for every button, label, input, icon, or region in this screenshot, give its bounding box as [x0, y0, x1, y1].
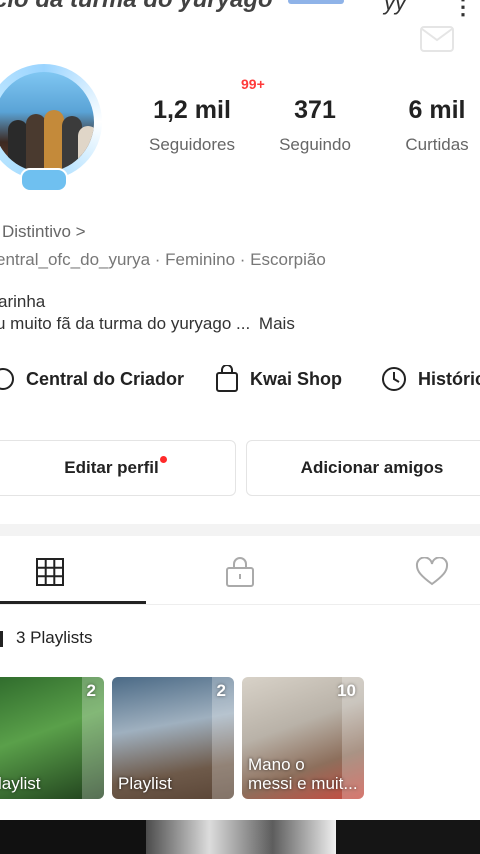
circle-icon: [0, 368, 14, 390]
profile-title-fragment: cio da turma do yuryago: [0, 0, 273, 14]
clock-icon: [382, 367, 406, 391]
avatar[interactable]: [0, 64, 104, 194]
title-scribble: yy: [384, 0, 406, 15]
playlist-title: laylist: [0, 774, 41, 793]
quick-link-label: Kwai Shop: [250, 368, 343, 389]
profile-meta-line: entral_ofc_do_yurya · Feminino · Escorpi…: [0, 250, 326, 269]
quick-link-kwai-shop[interactable]: Kwai Shop: [214, 364, 342, 394]
active-tab-indicator: [0, 601, 146, 604]
tabs-baseline: [0, 604, 480, 605]
bio-text: u muito fã da turma do yuryago ... Mais: [0, 314, 295, 334]
video-grid-preview[interactable]: [0, 820, 480, 854]
video-thumbnail[interactable]: [340, 820, 480, 854]
shopping-bag-icon: [216, 365, 238, 392]
likes-count: 6 mil: [408, 96, 466, 124]
playlist-video-count: 10: [337, 681, 356, 700]
bio-more-link[interactable]: Mais: [259, 314, 295, 333]
playlist-video-count: 2: [216, 681, 226, 700]
likes-stat[interactable]: 6 mil Curtidas: [388, 96, 480, 155]
heart-icon: [415, 557, 449, 586]
likes-label: Curtidas: [405, 135, 469, 154]
add-friends-label: Adicionar amigos: [300, 458, 444, 477]
more-menu-icon[interactable]: ⋮: [452, 0, 474, 20]
quick-link-label: Central do Criador: [26, 368, 185, 389]
followers-count: 1,2 mil: [153, 96, 231, 124]
playlist-card[interactable]: 2 Playlist: [112, 677, 234, 799]
following-label: Seguindo: [279, 135, 351, 154]
tab-private[interactable]: [200, 552, 280, 592]
playlist-video-count: 2: [86, 681, 96, 700]
distintivo-link[interactable]: Distintivo >: [2, 222, 86, 242]
mail-icon[interactable]: [420, 26, 454, 52]
bio-text-content: u muito fã da turma do yuryago ...: [0, 314, 251, 333]
edit-profile-button[interactable]: Editar perfil: [0, 440, 236, 496]
avatar-image: [0, 72, 94, 172]
quick-link-creator-center[interactable]: Central do Criador: [0, 364, 184, 394]
playlists-count-label: 3 Playlists: [16, 628, 93, 647]
video-thumbnail[interactable]: [146, 820, 336, 854]
playlist-title: Mano o messi e muit...: [248, 755, 358, 793]
live-badge-icon: [20, 168, 68, 192]
bio-name: arinha: [0, 292, 46, 311]
quick-link-label: Históric: [418, 368, 480, 389]
playlist-card[interactable]: 10 Mano o messi e muit...: [242, 677, 364, 799]
followers-label: Seguidores: [148, 135, 235, 154]
edit-profile-label: Editar perfil: [64, 458, 159, 477]
tab-grid[interactable]: [0, 552, 100, 592]
notification-badge: 99+: [238, 76, 268, 92]
section-divider: [0, 524, 480, 536]
lock-icon: [226, 557, 254, 587]
playlist-card[interactable]: 2 laylist: [0, 677, 104, 799]
following-stat[interactable]: 371 Seguindo: [264, 96, 366, 155]
following-count: 371: [294, 96, 336, 124]
tab-liked[interactable]: [400, 552, 464, 592]
followers-stat[interactable]: 1,2 mil Seguidores: [136, 96, 248, 155]
quick-link-history[interactable]: Históric: [380, 364, 480, 394]
title-highlight: [288, 0, 344, 4]
playlists-marker: [0, 631, 3, 647]
notification-dot: [159, 455, 167, 463]
add-friends-button[interactable]: Adicionar amigos: [246, 440, 480, 496]
grid-icon: [36, 558, 64, 586]
playlist-title: Playlist: [118, 774, 172, 793]
